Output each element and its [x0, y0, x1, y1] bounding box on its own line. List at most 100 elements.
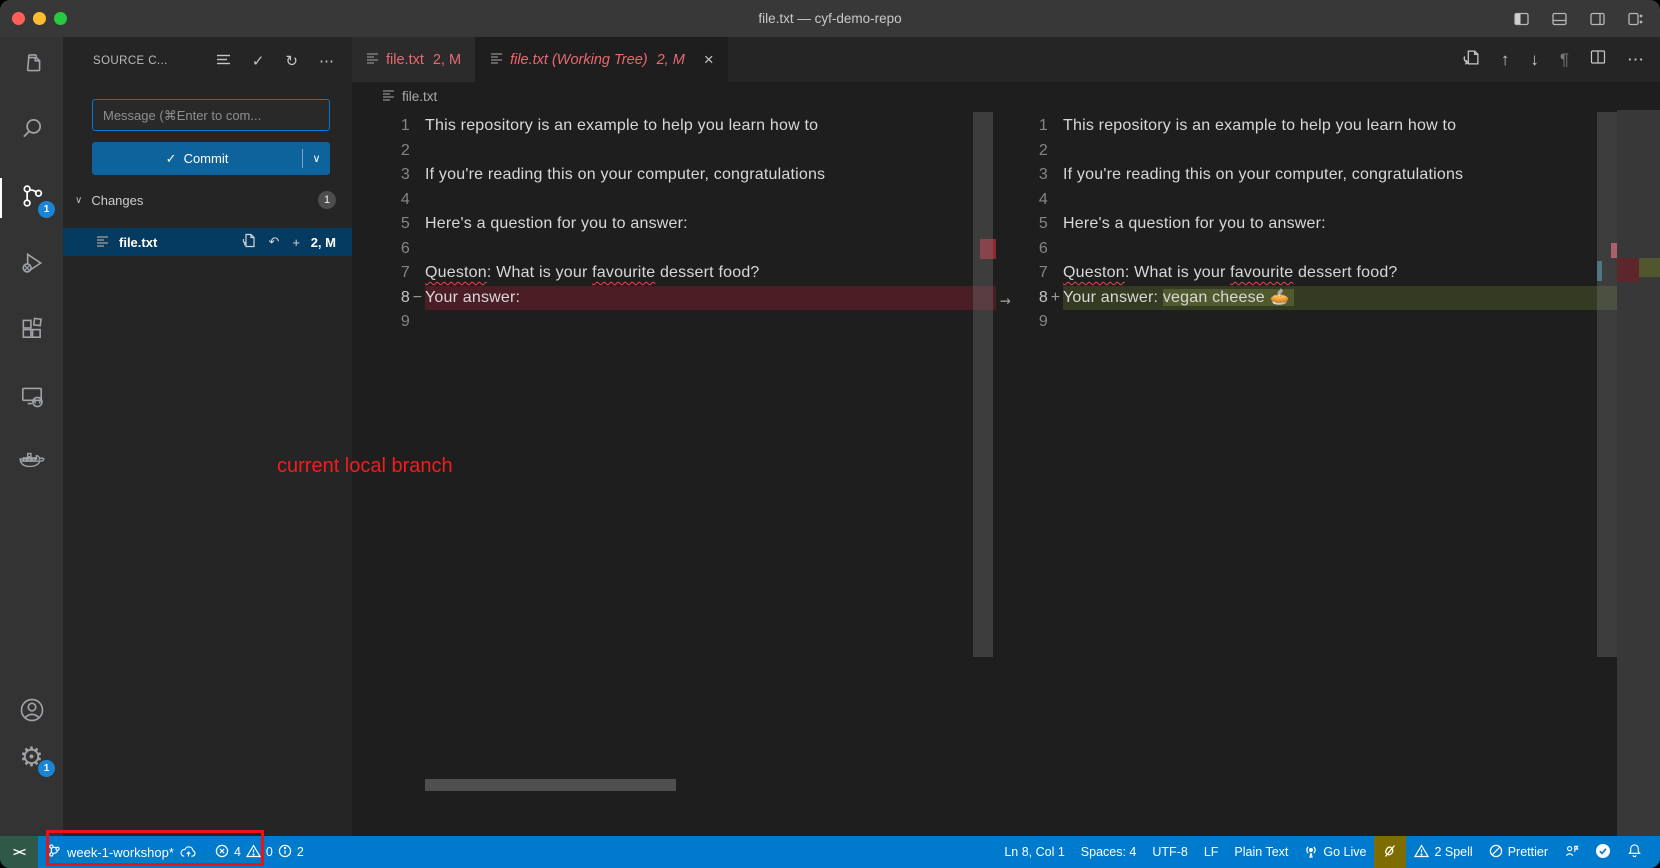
changed-file-name: file.txt: [119, 235, 157, 250]
refresh-icon[interactable]: ↻: [285, 52, 298, 70]
tab-file-txt-working-tree[interactable]: file.txt (Working Tree) 2, M ×: [476, 37, 728, 82]
changed-file-row[interactable]: file.txt ↶ + 2, M: [63, 228, 352, 256]
line-content: [425, 188, 996, 213]
sidebar-item-search[interactable]: [0, 106, 63, 154]
toggle-panel-icon[interactable]: [1551, 11, 1568, 27]
code-line[interactable]: 7Queston: What is your favourite dessert…: [996, 261, 1660, 286]
tab-file-txt[interactable]: file.txt 2, M: [352, 37, 476, 82]
open-changes-icon[interactable]: [1463, 49, 1480, 71]
next-change-icon[interactable]: ↓: [1530, 50, 1539, 70]
notifications-button[interactable]: [1619, 836, 1650, 868]
code-line[interactable]: 1This repository is an example to help y…: [996, 114, 1660, 139]
left-horizontal-scrollbar[interactable]: [425, 779, 676, 791]
code-line[interactable]: 6: [996, 237, 1660, 262]
cursor-position-indicator[interactable]: Ln 8, Col 1: [996, 836, 1072, 868]
git-branch-icon: [47, 843, 61, 861]
panel-title: SOURCE C...: [93, 55, 168, 67]
open-remote-window-button[interactable]: ><: [0, 836, 38, 868]
line-number: 5: [352, 212, 410, 237]
code-line[interactable]: 4: [996, 188, 1660, 213]
commit-dropdown-chevron-icon[interactable]: ∨: [303, 152, 330, 165]
commit-check-icon[interactable]: ✓: [252, 52, 265, 70]
branch-indicator[interactable]: week-1-workshop*: [38, 836, 206, 868]
sidebar-item-run-debug[interactable]: [0, 241, 63, 289]
commit-message-input[interactable]: [92, 99, 330, 131]
code-line[interactable]: 1This repository is an example to help y…: [352, 114, 996, 139]
customize-layout-icon[interactable]: [1627, 11, 1644, 27]
stage-changes-icon[interactable]: +: [292, 235, 300, 250]
code-line[interactable]: 3If you're reading this on your computer…: [996, 163, 1660, 188]
settings-button[interactable]: ⚙ 1: [0, 733, 63, 781]
left-vertical-scrollbar[interactable]: [973, 112, 993, 657]
encoding-indicator[interactable]: UTF-8: [1144, 836, 1195, 868]
sidebar-item-explorer[interactable]: [0, 41, 63, 89]
eol-indicator[interactable]: LF: [1196, 836, 1227, 868]
code-line[interactable]: 8+Your answer: vegan cheese 🥧: [996, 286, 1660, 311]
ruler-added-block: [1639, 258, 1660, 277]
whitespace-pilcrow-icon[interactable]: ¶: [1560, 50, 1569, 70]
view-and-sort-icon[interactable]: [216, 53, 231, 70]
sidebar-item-extensions[interactable]: [0, 306, 63, 354]
breadcrumb[interactable]: file.txt: [352, 82, 1660, 110]
code-line[interactable]: 9: [996, 310, 1660, 335]
go-live-button[interactable]: Go Live: [1296, 836, 1374, 868]
toggle-secondary-sidebar-icon[interactable]: [1589, 11, 1606, 27]
code-line[interactable]: 2: [352, 139, 996, 164]
indentation-indicator[interactable]: Spaces: 4: [1073, 836, 1145, 868]
diff-overview-ruler[interactable]: [1617, 110, 1660, 836]
more-actions-icon[interactable]: ⋯: [319, 52, 334, 70]
line-number: 8: [1014, 286, 1048, 311]
traffic-lights: [12, 12, 67, 25]
search-icon: [19, 115, 45, 146]
spell-checker-indicator[interactable]: 2 Spell: [1406, 836, 1480, 868]
code-line[interactable]: 8−Your answer:: [352, 286, 996, 311]
right-vertical-scrollbar[interactable]: [1597, 112, 1617, 657]
sync-cloud-upload-icon: [180, 844, 197, 861]
sidebar-item-source-control[interactable]: 1: [0, 174, 63, 222]
line-number: 3: [352, 163, 410, 188]
status-ok-button[interactable]: [1587, 836, 1619, 868]
ruler-deleted-block: [1617, 258, 1639, 282]
line-content: Here's a question for you to answer:: [1063, 212, 1660, 237]
eye-slash-icon: [1382, 843, 1398, 862]
extension-disabled-button[interactable]: [1374, 836, 1406, 868]
problems-indicator[interactable]: 4 0 2: [206, 836, 313, 868]
sidebar-item-docker[interactable]: [0, 438, 63, 486]
code-line[interactable]: 9: [352, 310, 996, 335]
docker-icon: [18, 447, 46, 478]
diff-sign: [1048, 212, 1063, 237]
changes-section-header[interactable]: ∨ Changes 1: [63, 188, 352, 212]
discard-changes-icon[interactable]: ↶: [269, 234, 280, 250]
zoom-window-button[interactable]: [54, 12, 67, 25]
code-line[interactable]: 3If you're reading this on your computer…: [352, 163, 996, 188]
previous-change-icon[interactable]: ↑: [1501, 50, 1510, 70]
split-editor-icon[interactable]: [1590, 49, 1606, 70]
sidebar-item-remote-explorer[interactable]: [0, 374, 63, 422]
code-line[interactable]: 7Queston: What is your favourite dessert…: [352, 261, 996, 286]
warning-count: 0: [266, 845, 273, 859]
code-line[interactable]: 5 Here's a question for you to answer:: [996, 212, 1660, 237]
diff-change-arrow-icon[interactable]: →: [1000, 290, 1011, 311]
feedback-button[interactable]: [1556, 836, 1587, 868]
commit-button[interactable]: ✓ Commit ∨: [92, 142, 330, 175]
line-number: 2: [1014, 139, 1048, 164]
diff-sign: −: [410, 286, 425, 311]
line-number: 5: [1014, 212, 1048, 237]
close-icon[interactable]: ×: [704, 50, 714, 70]
open-file-icon[interactable]: [242, 233, 256, 251]
prettier-indicator[interactable]: Prettier: [1481, 836, 1556, 868]
code-line[interactable]: 6: [352, 237, 996, 262]
language-mode-indicator[interactable]: Plain Text: [1226, 836, 1296, 868]
line-content: Here's a question for you to answer:: [425, 212, 996, 237]
toggle-primary-sidebar-icon[interactable]: [1513, 11, 1530, 27]
close-window-button[interactable]: [12, 12, 25, 25]
code-line[interactable]: 5 Here's a question for you to answer:: [352, 212, 996, 237]
code-line[interactable]: 4: [352, 188, 996, 213]
diff-editor: 1This repository is an example to help y…: [352, 110, 1660, 836]
diff-modified-pane[interactable]: → 1This repository is an example to help…: [996, 110, 1660, 836]
more-actions-icon[interactable]: ⋯: [1627, 50, 1644, 70]
minimize-window-button[interactable]: [33, 12, 46, 25]
accounts-button[interactable]: [0, 688, 63, 736]
line-content: [425, 310, 996, 335]
code-line[interactable]: 2: [996, 139, 1660, 164]
